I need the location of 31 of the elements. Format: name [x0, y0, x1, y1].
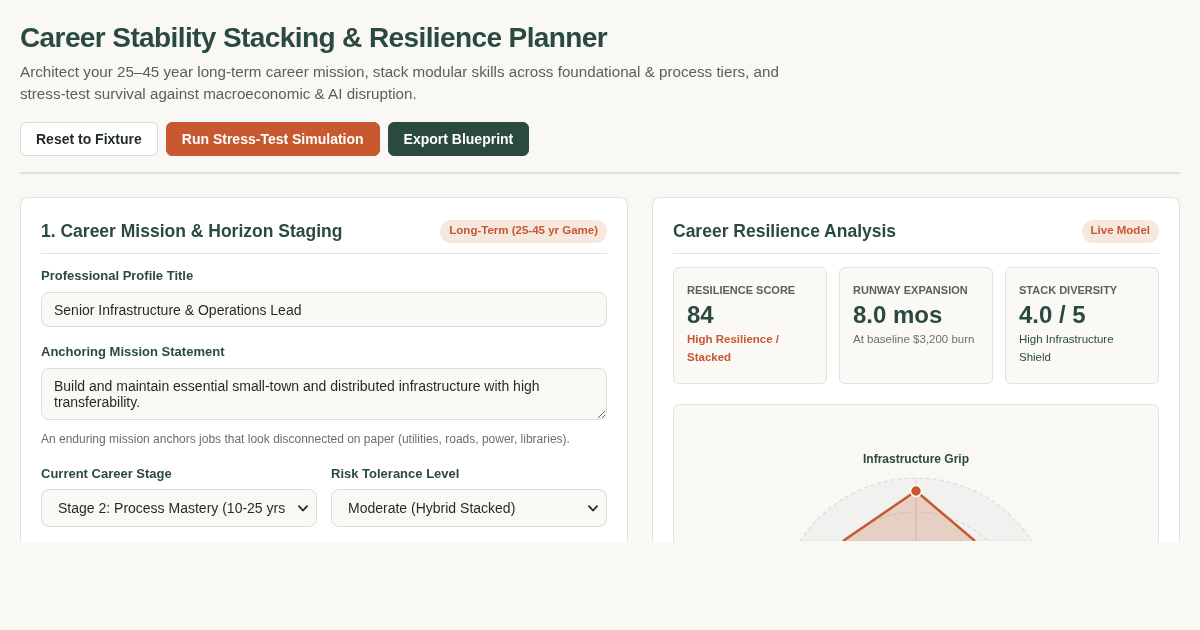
mission-statement-textarea[interactable]: Build and maintain essential small-town and distributed infrastructure with high transferability.: [41, 368, 607, 420]
card-title: Career Resilience Analysis: [673, 220, 897, 243]
profile-title-input[interactable]: Senior Infrastructure & Operations Lead: [41, 292, 607, 327]
card-title: 1. Career Mission & Horizon Staging: [41, 220, 343, 243]
metric-label: RESILIENCE SCORE: [687, 283, 797, 298]
field-label: Professional Profile Title: [41, 267, 195, 285]
metric-value: 4.0 / 5: [1019, 300, 1087, 330]
chevron-down-icon: [588, 504, 598, 512]
reset-button[interactable]: Reset to Fixture: [20, 122, 158, 156]
metric-note: At baseline $3,200 burn: [853, 332, 976, 347]
page-subtitle: Architect your 25–45 year long-term career mission, stack modular skills across foundational & process tiers, and stress-test survival against macroeconomic & AI disruption.: [20, 62, 780, 104]
metric-value: 84: [687, 300, 715, 330]
select-field[interactable]: Stage 2: Process Mastery (10-25 yrs: [41, 489, 317, 527]
horizon-badge: Long-Term (25-45 yr Game): [440, 219, 607, 243]
metric-note: High Resilience / Stacked: [687, 332, 781, 365]
select-field[interactable]: Moderate (Hybrid Stacked): [331, 489, 607, 527]
page-title: Career Stability Stacking & Resilience Planner: [20, 21, 609, 55]
hint-text: An enduring mission anchors jobs that look disconnected on paper (utilities, roads, power, libraries).: [41, 431, 571, 447]
metric-value: 8.0 mos: [853, 300, 944, 330]
metric-note: High Infrastructure Shield: [1019, 332, 1115, 365]
live-model-badge: Live Model: [1081, 219, 1159, 243]
metric-label: STACK DIVERSITY: [1019, 283, 1119, 298]
field-label: Anchoring Mission Statement: [41, 343, 226, 361]
metric-label: RUNWAY EXPANSION: [853, 283, 969, 298]
radar-axis-label: Infrastructure Grip: [863, 451, 969, 467]
chevron-down-icon: [298, 504, 308, 512]
field-label: Risk Tolerance Level: [331, 465, 461, 483]
export-button[interactable]: Export Blueprint: [387, 122, 530, 156]
radar-point-icon: [909, 484, 923, 498]
field-label: Current Career Stage: [41, 465, 173, 483]
run-simulation-button[interactable]: Run Stress-Test Simulation: [165, 122, 380, 156]
